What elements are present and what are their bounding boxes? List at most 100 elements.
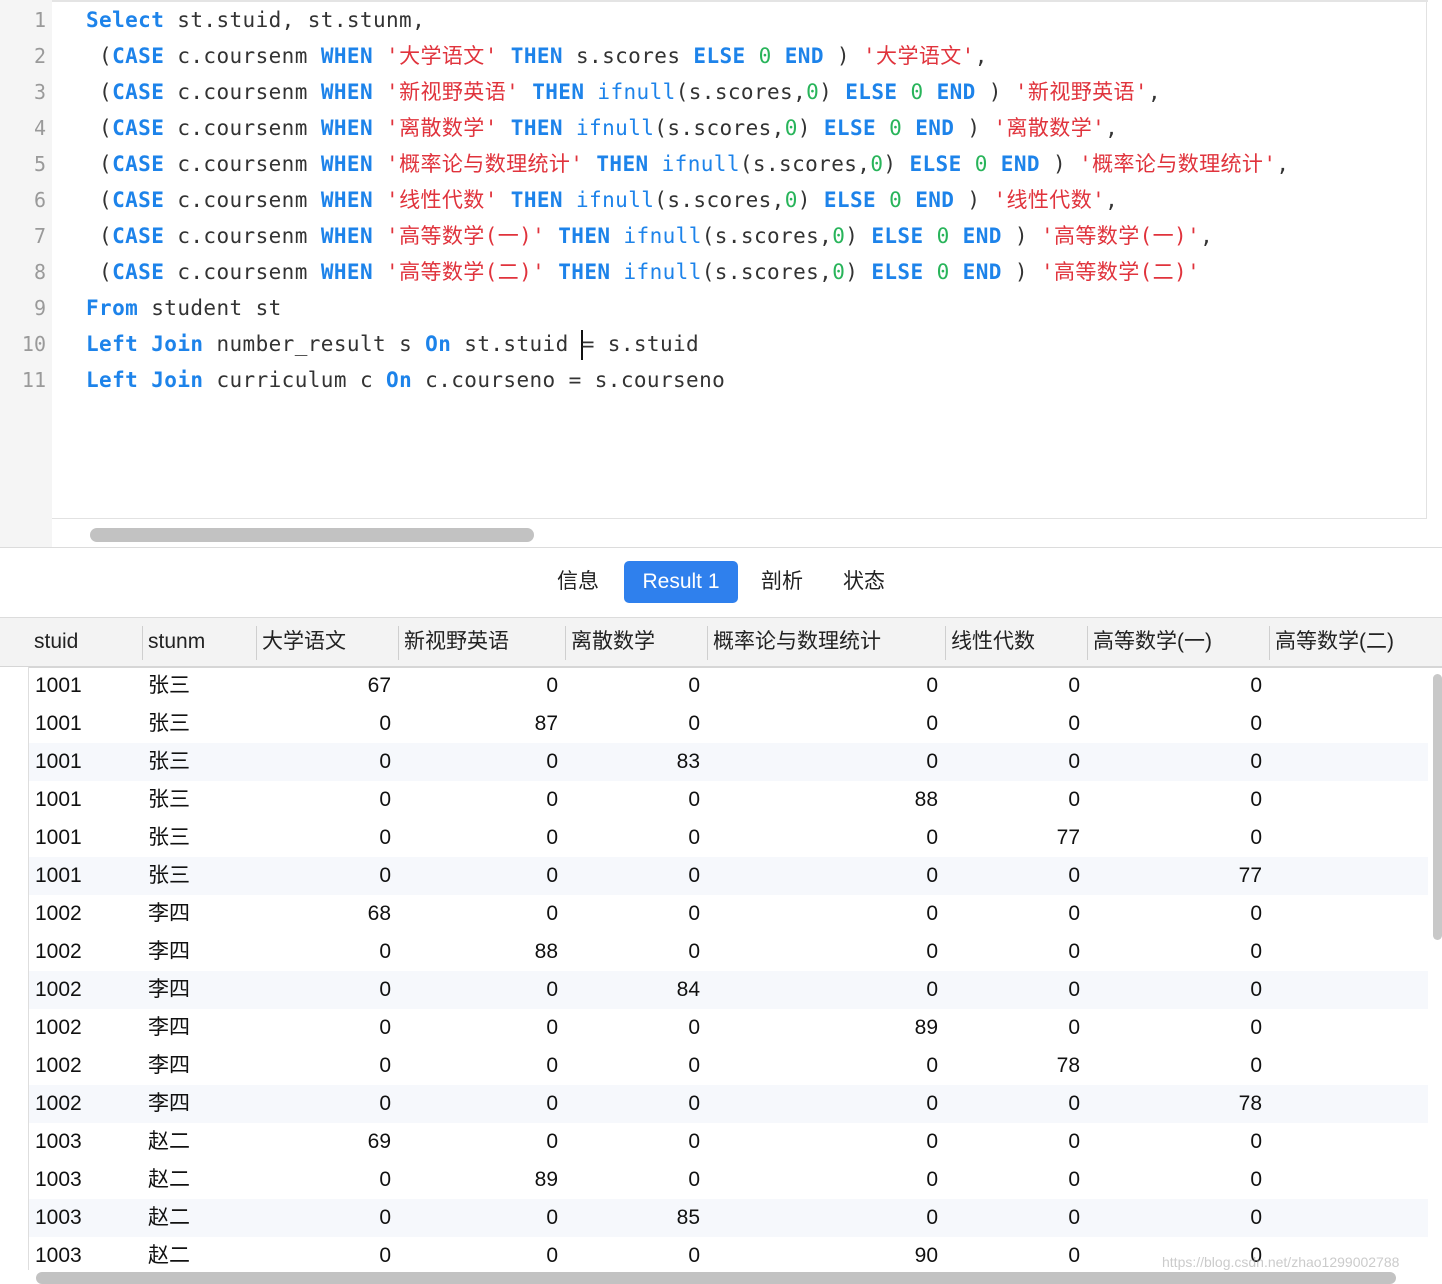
table-cell[interactable]: 89 [707,1009,945,1047]
table-cell[interactable]: 0 [945,857,1087,895]
table-cell[interactable]: 0 [1087,819,1269,857]
table-cell[interactable]: 张三 [142,819,256,857]
table-cell[interactable]: 0 [945,667,1087,705]
table-cell[interactable]: 0 [565,819,707,857]
code-line[interactable]: (CASE c.coursenm WHEN '线性代数' THEN ifnull… [86,182,1118,218]
table-cell[interactable]: 0 [565,1009,707,1047]
table-cell[interactable]: 李四 [142,1047,256,1085]
table-cell[interactable]: 0 [1087,743,1269,781]
code-line[interactable]: (CASE c.coursenm WHEN '高等数学(一)' THEN ifn… [86,218,1213,254]
table-cell[interactable]: 0 [1087,705,1269,743]
table-cell[interactable]: 1002 [29,933,142,971]
table-cell[interactable]: 0 [945,1199,1087,1237]
table-cell[interactable]: 0 [565,895,707,933]
table-cell[interactable]: 张三 [142,743,256,781]
table-cell[interactable]: 0 [565,705,707,743]
table-row[interactable]: 1003 赵二 69 0 0 0 0 0 [29,1123,1428,1161]
table-cell[interactable]: 0 [398,895,565,933]
table-cell[interactable]: 0 [1087,1009,1269,1047]
table-cell[interactable]: 0 [945,1085,1087,1123]
table-cell[interactable]: 88 [398,933,565,971]
table-cell[interactable]: 李四 [142,971,256,1009]
table-cell[interactable]: 0 [398,743,565,781]
table-cell[interactable]: 0 [565,1047,707,1085]
table-cell[interactable]: 0 [256,705,398,743]
code-line[interactable]: (CASE c.coursenm WHEN '概率论与数理统计' THEN if… [86,146,1289,182]
column-header-probability[interactable]: 概率论与数理统计 [707,618,945,666]
table-cell[interactable]: 0 [398,819,565,857]
table-cell[interactable]: 0 [1087,971,1269,1009]
table-cell[interactable]: 赵二 [142,1123,256,1161]
table-cell[interactable]: 0 [256,1199,398,1237]
table-row[interactable]: 1001 张三 0 0 0 0 77 0 [29,819,1428,857]
table-cell[interactable]: 90 [707,1237,945,1270]
table-cell[interactable]: 0 [945,971,1087,1009]
table-cell[interactable]: 1002 [29,895,142,933]
table-cell[interactable]: 0 [256,1085,398,1123]
table-cell[interactable]: 1003 [29,1161,142,1199]
table-cell[interactable]: 0 [707,1199,945,1237]
table-cell[interactable]: 张三 [142,857,256,895]
table-cell[interactable]: 0 [707,1047,945,1085]
column-header-chinese[interactable]: 大学语文 [256,618,398,666]
table-cell[interactable]: 1001 [29,781,142,819]
table-cell[interactable]: 88 [707,781,945,819]
table-row[interactable]: 1001 张三 0 87 0 0 0 0 [29,705,1428,743]
table-cell[interactable]: 0 [1087,667,1269,705]
table-cell[interactable]: 0 [256,1009,398,1047]
table-cell[interactable]: 67 [256,667,398,705]
table-cell[interactable]: 84 [565,971,707,1009]
table-cell[interactable]: 张三 [142,781,256,819]
table-cell[interactable]: 1001 [29,857,142,895]
table-cell[interactable]: 张三 [142,705,256,743]
table-cell[interactable]: 0 [1087,1047,1269,1085]
grid-vertical-scrollbar[interactable] [1433,674,1442,940]
table-row[interactable]: 1001 张三 0 0 83 0 0 0 [29,743,1428,781]
table-cell[interactable]: 0 [707,1085,945,1123]
code-line[interactable]: From student st [86,290,282,326]
table-cell[interactable]: 0 [256,743,398,781]
table-cell[interactable]: 0 [398,1047,565,1085]
table-cell[interactable]: 0 [945,1123,1087,1161]
table-cell[interactable]: 0 [1087,1123,1269,1161]
table-cell[interactable]: 0 [256,933,398,971]
column-header-calculus-1[interactable]: 高等数学(一) [1087,618,1269,666]
table-cell[interactable]: 0 [256,857,398,895]
table-cell[interactable]: 83 [565,743,707,781]
column-header-stuid[interactable]: stuid [28,618,142,666]
table-cell[interactable]: 1002 [29,1047,142,1085]
table-cell[interactable]: 68 [256,895,398,933]
tab-result-1[interactable]: Result 1 [624,561,738,603]
table-cell[interactable]: 1001 [29,819,142,857]
table-cell[interactable]: 0 [945,1161,1087,1199]
code-line[interactable]: (CASE c.coursenm WHEN '离散数学' THEN ifnull… [86,110,1118,146]
table-cell[interactable]: 1001 [29,667,142,705]
table-cell[interactable]: 0 [398,1085,565,1123]
row-selector-gutter[interactable] [0,667,29,1270]
table-cell[interactable]: 李四 [142,1085,256,1123]
table-cell[interactable]: 赵二 [142,1161,256,1199]
tab-status[interactable]: 状态 [832,561,896,603]
table-cell[interactable]: 0 [565,1237,707,1270]
table-row[interactable]: 1002 李四 0 0 84 0 0 0 [29,971,1428,1009]
table-cell[interactable]: 0 [707,667,945,705]
table-cell[interactable]: 0 [398,1199,565,1237]
table-cell[interactable]: 0 [945,895,1087,933]
table-cell[interactable]: 0 [256,781,398,819]
table-cell[interactable]: 78 [945,1047,1087,1085]
table-cell[interactable]: 0 [707,743,945,781]
table-cell[interactable]: 0 [256,1161,398,1199]
table-cell[interactable]: 0 [1087,895,1269,933]
table-row[interactable]: 1002 李四 0 0 0 0 78 0 [29,1047,1428,1085]
table-row[interactable]: 1002 李四 0 88 0 0 0 0 [29,933,1428,971]
table-cell[interactable]: 0 [565,1161,707,1199]
table-cell[interactable]: 李四 [142,1009,256,1047]
code-line[interactable]: Select st.stuid, st.stunm, [86,2,425,38]
table-cell[interactable]: 0 [398,667,565,705]
code-line[interactable]: (CASE c.coursenm WHEN '大学语文' THEN s.scor… [86,38,988,74]
table-row[interactable]: 1002 李四 0 0 0 89 0 0 [29,1009,1428,1047]
table-cell[interactable]: 0 [945,1237,1087,1270]
table-cell[interactable]: 0 [1087,1161,1269,1199]
table-cell[interactable]: 0 [945,781,1087,819]
table-cell[interactable]: 0 [1087,781,1269,819]
